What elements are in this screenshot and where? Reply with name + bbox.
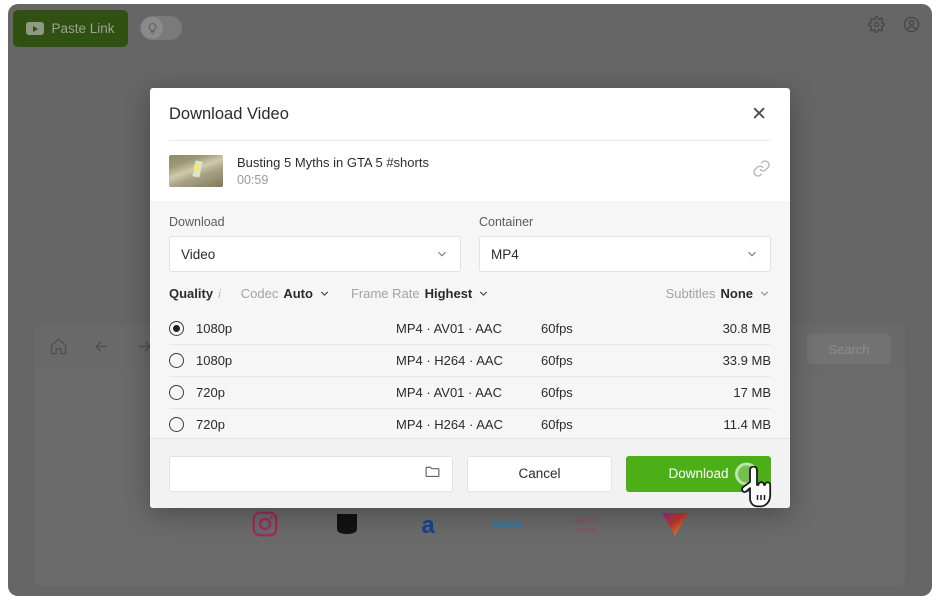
quality-resolution: 1080p <box>196 321 233 336</box>
chevron-down-icon <box>320 291 329 296</box>
format-field-row: Download Video Container MP4 <box>169 215 771 272</box>
modal-header: Download Video ✕ <box>150 88 790 140</box>
quality-list: 1080p MP4 · AV01 · AAC 60fps 30.8 MB 1080p MP… <box>150 313 790 438</box>
quality-size: 33.9 MB <box>722 353 771 368</box>
codec-option[interactable]: Codec Auto <box>241 286 331 301</box>
quality-resolution: 720p <box>196 417 225 432</box>
download-button[interactable]: Download <box>626 455 771 492</box>
quality-fps: 60fps <box>541 385 573 400</box>
quality-option: Quality i <box>169 286 221 301</box>
link-chain-icon[interactable] <box>752 159 771 183</box>
toggle-knob <box>141 17 163 39</box>
user-circle-icon[interactable] <box>903 16 920 38</box>
video-title: Busting 5 Myths in GTA 5 #shorts <box>237 155 429 170</box>
table-row[interactable]: 720p MP4 · H264 · AAC 60fps 11.4 MB <box>169 409 771 438</box>
quality-fps: 60fps <box>541 417 573 432</box>
save-path-field[interactable] <box>169 455 453 492</box>
quality-options-row: Quality i Codec Auto Frame Rate Highest … <box>169 272 771 313</box>
letter-a-icon[interactable]: a <box>410 505 448 543</box>
container-field: Container MP4 <box>479 215 771 272</box>
site-shortcut-row: a bilibili adult sites <box>35 505 905 543</box>
colorful-heart-icon[interactable] <box>656 505 694 543</box>
subtitles-option[interactable]: Subtitles None <box>666 286 771 301</box>
video-duration: 00:59 <box>237 173 269 187</box>
quality-size: 17 MB <box>733 385 771 400</box>
download-video-modal: Download Video ✕ Busting 5 Myths in GTA … <box>150 88 790 508</box>
cancel-button[interactable]: Cancel <box>467 455 612 492</box>
quality-radio[interactable] <box>169 321 184 336</box>
quality-resolution: 720p <box>196 385 225 400</box>
lightbulb-icon <box>148 22 156 34</box>
table-row[interactable]: 1080p MP4 · H264 · AAC 60fps 33.9 MB <box>169 345 771 377</box>
container-select[interactable]: MP4 <box>479 236 771 272</box>
frame-rate-value: Highest <box>424 286 473 301</box>
close-icon[interactable]: ✕ <box>746 102 772 127</box>
app-root: Paste Link Search a bilibili adult sites… <box>0 0 940 600</box>
svg-text:bilibili: bilibili <box>492 520 521 531</box>
quality-label: Quality <box>169 286 214 301</box>
codec-value: Auto <box>283 286 313 301</box>
download-type-select[interactable]: Video <box>169 236 461 272</box>
codec-label: Codec <box>240 286 279 301</box>
chevron-down-icon <box>438 251 446 257</box>
quality-fps: 60fps <box>541 321 573 336</box>
quality-codec: MP4 · AV01 · AAC <box>396 385 502 400</box>
container-label: Container <box>479 215 534 229</box>
video-thumbnail <box>169 155 223 187</box>
chevron-down-icon <box>748 251 756 257</box>
quality-codec: MP4 · AV01 · AAC <box>396 321 502 336</box>
download-type-field: Download Video <box>169 215 461 272</box>
background-topbar: Paste Link <box>8 4 932 52</box>
svg-text:a: a <box>422 512 436 539</box>
download-type-value: Video <box>181 246 216 262</box>
svg-text:adult: adult <box>575 514 595 524</box>
bilibili-icon[interactable]: bilibili <box>492 505 530 543</box>
quality-radio[interactable] <box>169 417 184 432</box>
quality-codec: MP4 · H264 · AAC <box>396 353 503 368</box>
arrow-left-icon[interactable] <box>92 337 111 361</box>
quality-radio[interactable] <box>169 385 184 400</box>
dark-square-icon[interactable] <box>328 505 366 543</box>
info-icon[interactable]: i <box>218 287 221 301</box>
subtitles-value: None <box>720 286 754 301</box>
quality-size: 11.4 MB <box>723 417 771 432</box>
download-button-label: Download <box>668 466 729 481</box>
chevron-down-icon <box>480 291 488 296</box>
svg-text:sites: sites <box>577 524 596 534</box>
background-search-button[interactable]: Search <box>807 334 891 364</box>
quality-size: 30.8 MB <box>722 321 771 336</box>
container-value: MP4 <box>491 246 519 262</box>
download-type-label: Download <box>169 215 225 229</box>
frame-rate-label: Frame Rate <box>350 286 420 301</box>
table-row[interactable]: 720p MP4 · AV01 · AAC 60fps 17 MB <box>169 377 771 409</box>
format-fields-band: Download Video Container MP4 Quality i C… <box>150 201 790 313</box>
frame-rate-option[interactable]: Frame Rate Highest <box>351 286 490 301</box>
quality-codec: MP4 · H264 · AAC <box>396 417 503 432</box>
folder-icon[interactable] <box>424 463 441 485</box>
gear-icon[interactable] <box>868 16 885 38</box>
video-meta: Busting 5 Myths in GTA 5 #shorts 00:59 <box>237 155 738 187</box>
table-row[interactable]: 1080p MP4 · AV01 · AAC 60fps 30.8 MB <box>169 313 771 345</box>
topbar-icon-group <box>868 16 920 38</box>
subtitles-label: Subtitles <box>665 286 716 301</box>
paste-link-button[interactable]: Paste Link <box>13 10 128 47</box>
home-icon[interactable] <box>49 337 68 361</box>
quality-resolution: 1080p <box>196 353 233 368</box>
chevron-down-icon <box>760 291 769 296</box>
theme-toggle[interactable] <box>140 16 182 40</box>
click-ripple-indicator <box>735 462 758 485</box>
youtube-play-icon <box>26 22 45 35</box>
quality-fps: 60fps <box>541 353 573 368</box>
page-title: Download Video <box>169 104 289 123</box>
adult-sites-icon[interactable]: adult sites <box>574 505 612 543</box>
video-info-row: Busting 5 Myths in GTA 5 #shorts 00:59 <box>150 141 790 201</box>
instagram-icon[interactable] <box>246 505 284 543</box>
quality-radio[interactable] <box>169 353 184 368</box>
modal-footer: Cancel Download <box>150 438 790 508</box>
paste-link-label: Paste Link <box>51 21 115 36</box>
save-path-input[interactable] <box>181 466 424 481</box>
